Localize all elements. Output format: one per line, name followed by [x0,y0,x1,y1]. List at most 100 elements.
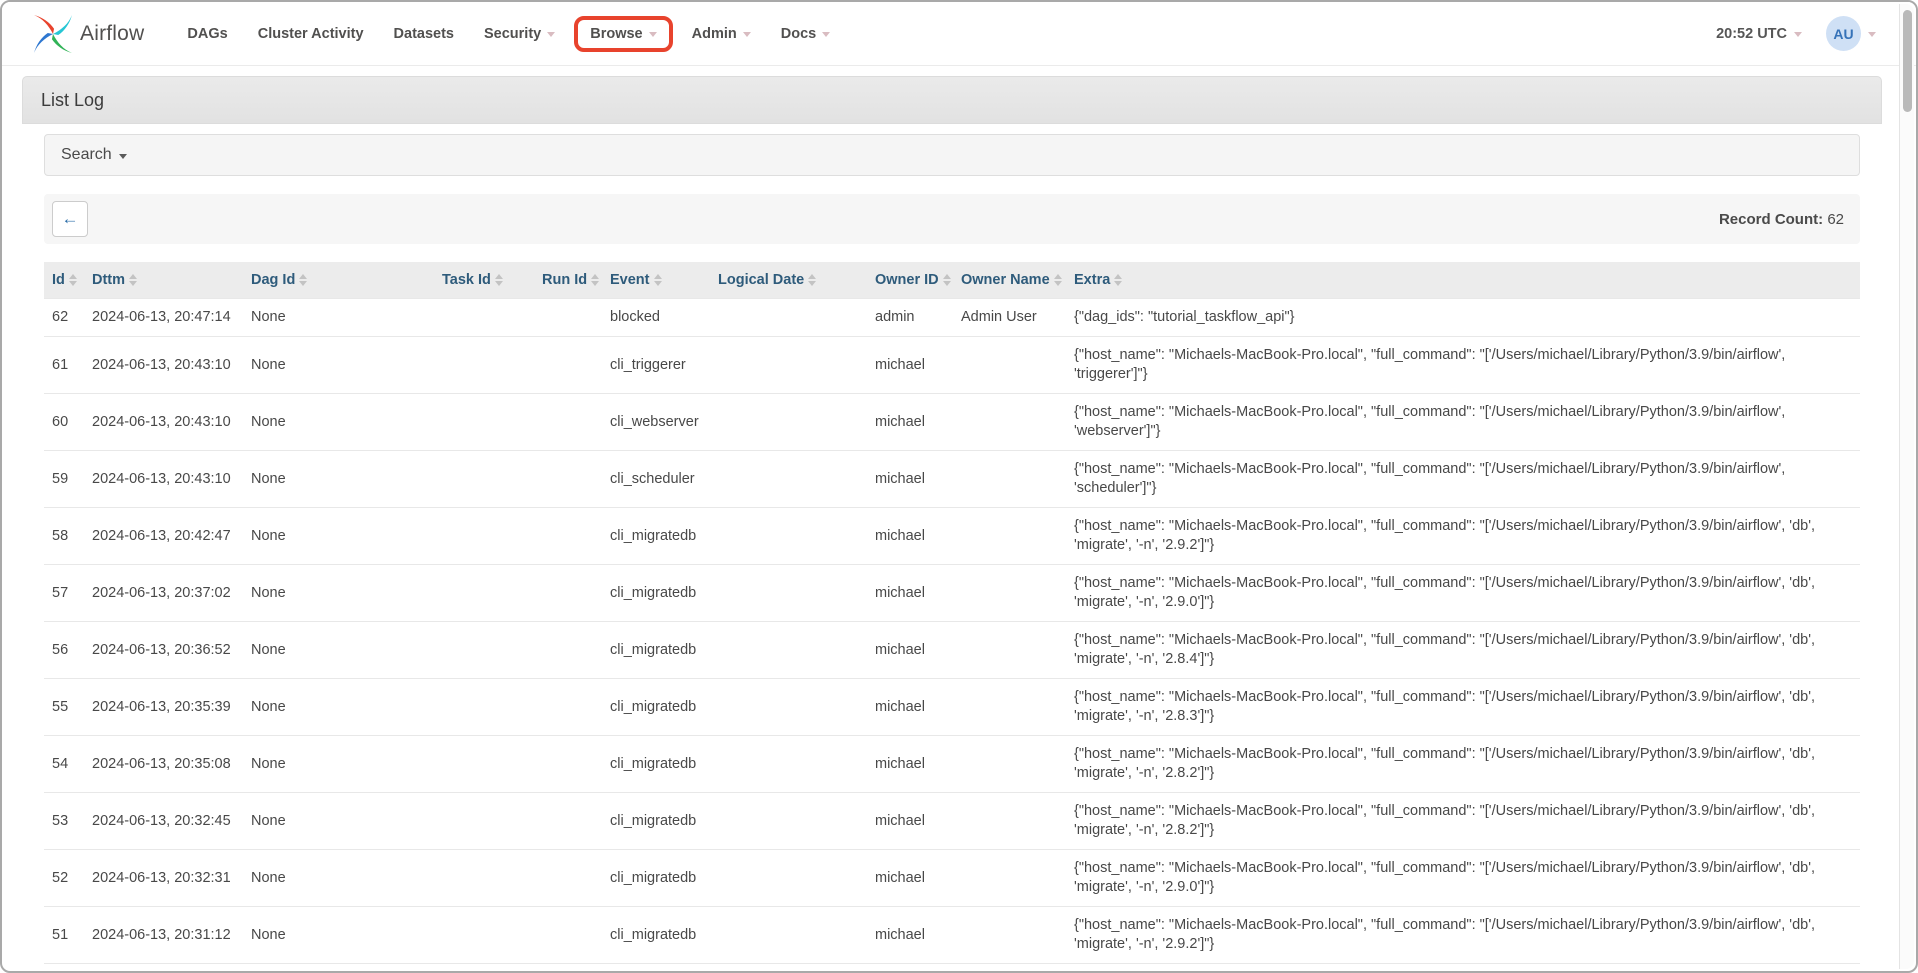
cell-extra: {"host_name": "Michaels-MacBook-Pro.loca… [1066,964,1860,973]
cell-logical-date [710,622,867,679]
cell-dttm: 2024-06-13, 20:31:12 [84,907,243,964]
nav-item-admin[interactable]: Admin [677,16,766,52]
sort-icon[interactable] [808,274,816,286]
chevron-down-icon [547,32,555,37]
search-toggle[interactable]: Search [44,134,1860,176]
cell-owner-id: michael [867,736,953,793]
record-count-label: Record Count: [1719,211,1823,228]
cell-owner-name [953,793,1066,850]
column-header-owner-id[interactable]: Owner ID [867,262,953,299]
nav-item-datasets[interactable]: Datasets [379,16,469,52]
cell-event: cli_migratedb [602,850,710,907]
cell-id: 50 [44,964,84,973]
cell-event: cli_task_test [602,964,710,973]
sort-icon[interactable] [69,274,77,286]
sort-icon[interactable] [1054,274,1062,286]
scrollbar-thumb[interactable] [1903,10,1912,112]
column-header-label: Id [52,272,65,288]
cell-task-id: create_file [434,964,534,973]
cell-task-id [434,793,534,850]
column-header-extra[interactable]: Extra [1066,262,1860,299]
column-header-dttm[interactable]: Dttm [84,262,243,299]
nav-item-label: DAGs [187,26,227,42]
back-button[interactable]: ← [52,201,88,237]
clock-label: 20:52 UTC [1716,26,1787,42]
nav-item-cluster-activity[interactable]: Cluster Activity [243,16,379,52]
chevron-down-icon [1868,32,1876,37]
column-header-id[interactable]: Id [44,262,84,299]
cell-task-id [434,394,534,451]
nav-item-security[interactable]: Security [469,16,570,52]
panel-body: Search ← Record Count: 62 IdDttmDag [22,124,1882,973]
cell-logical-date [710,565,867,622]
page-content: List Log Search ← Record Count: 62 [2,66,1916,973]
cell-dttm: 2024-06-13, 20:37:02 [84,565,243,622]
chevron-down-icon [822,32,830,37]
vertical-scrollbar[interactable] [1899,4,1914,969]
sort-icon[interactable] [943,274,951,286]
cell-logical-date [710,394,867,451]
cell-logical-date [710,736,867,793]
cell-extra: {"host_name": "Michaels-MacBook-Pro.loca… [1066,736,1860,793]
cell-logical-date [710,679,867,736]
sort-icon[interactable] [129,274,137,286]
cell-run-id [534,736,602,793]
cell-dttm: 2024-06-13, 20:32:31 [84,850,243,907]
cell-extra: {"host_name": "Michaels-MacBook-Pro.loca… [1066,622,1860,679]
airflow-brand[interactable]: Airflow [32,13,144,55]
nav-item-docs[interactable]: Docs [766,16,845,52]
cell-extra: {"dag_ids": "tutorial_taskflow_api"} [1066,299,1860,337]
column-header-label: Task Id [442,272,491,288]
cell-owner-id: michael [867,964,953,973]
cell-owner-id: michael [867,622,953,679]
cell-logical-date [710,793,867,850]
cell-id: 53 [44,793,84,850]
sort-icon[interactable] [654,274,662,286]
table-row: 622024-06-13, 20:47:14NoneblockedadminAd… [44,299,1860,337]
cell-extra: {"host_name": "Michaels-MacBook-Pro.loca… [1066,394,1860,451]
cell-dag-id: None [243,679,434,736]
cell-extra: {"host_name": "Michaels-MacBook-Pro.loca… [1066,565,1860,622]
sort-icon[interactable] [495,274,503,286]
cell-run-id [534,907,602,964]
dag-link[interactable]: check_dag [243,964,434,973]
column-header-event[interactable]: Event [602,262,710,299]
cell-dag-id: None [243,299,434,337]
cell-logical-date [710,850,867,907]
cell-extra: {"host_name": "Michaels-MacBook-Pro.loca… [1066,907,1860,964]
left-arrow-icon: ← [62,209,79,229]
column-header-task-id[interactable]: Task Id [434,262,534,299]
avatar[interactable]: AU [1826,16,1861,51]
page-title: List Log [22,76,1882,124]
column-header-label: Dag Id [251,272,295,288]
column-header-dag-id[interactable]: Dag Id [243,262,434,299]
column-header-logical-date[interactable]: Logical Date [710,262,867,299]
cell-dttm: 2024-06-13, 20:35:39 [84,679,243,736]
table-row: 562024-06-13, 20:36:52Nonecli_migratedbm… [44,622,1860,679]
nav-item-dags[interactable]: DAGs [172,16,242,52]
table-row: 612024-06-13, 20:43:10Nonecli_triggererm… [44,337,1860,394]
table-row: 532024-06-13, 20:32:45Nonecli_migratedbm… [44,793,1860,850]
cell-dag-id: None [243,451,434,508]
sort-icon[interactable] [591,274,599,286]
nav-item-label: Datasets [394,26,454,42]
cell-id: 54 [44,736,84,793]
column-header-owner-name[interactable]: Owner Name [953,262,1066,299]
table-row: 582024-06-13, 20:42:47Nonecli_migratedbm… [44,508,1860,565]
user-menu[interactable]: AU [1826,16,1876,51]
actions-strip: ← Record Count: 62 [44,194,1860,244]
cell-task-id [434,907,534,964]
cell-id: 51 [44,907,84,964]
nav-item-label: Cluster Activity [258,26,364,42]
sort-icon[interactable] [1114,274,1122,286]
cell-id: 59 [44,451,84,508]
column-header-run-id[interactable]: Run Id [534,262,602,299]
cell-logical-date [710,337,867,394]
nav-item-browse[interactable]: Browse [574,16,672,52]
cell-run-id [534,679,602,736]
column-header-label: Owner Name [961,272,1050,288]
clock-menu[interactable]: 20:52 UTC [1716,26,1802,42]
sort-icon[interactable] [299,274,307,286]
cell-owner-id: michael [867,508,953,565]
cell-owner-name: Admin User [953,299,1066,337]
